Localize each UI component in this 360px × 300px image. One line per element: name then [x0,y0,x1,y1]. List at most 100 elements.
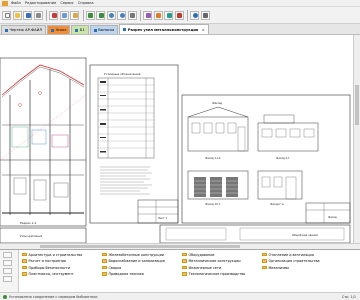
save-button[interactable] [23,10,32,20]
folder-icon [262,252,267,257]
folder-icon [182,252,187,257]
library-folder[interactable]: Механизмы [262,265,338,270]
folder-label: Железобетонные конструкции [108,252,164,257]
library-home-button[interactable] [3,252,12,258]
library-folder[interactable]: Железобетонные конструкции [102,252,182,257]
folder-icon [262,259,267,263]
legend-title: Условные обозначения [104,72,141,76]
library-folder[interactable]: Пластмассы, инструмент [22,272,102,277]
sheet-section: Разрез 1-1 [0,57,87,227]
folder-label: Металлические конструкции [188,259,241,263]
sheet-legend: Условные обозначения Лист 1 [89,64,179,224]
measure-button[interactable] [174,10,184,20]
library-folder[interactable]: Расчет и построения [22,259,102,264]
status-bar: Установлено соединение с сервером библио… [0,292,360,300]
library-folder[interactable]: Архитектура и строительство [22,252,102,257]
folder-icon [262,265,267,270]
library-folder[interactable]: Водоснабжение и канализация [102,259,182,264]
folder-icon [102,252,107,257]
folder-label: Технологическое производство [188,272,246,276]
folder-icon [182,272,187,276]
library-folder[interactable]: Приводная техника [102,272,182,277]
menu-help[interactable]: Справка [78,1,94,5]
pan-button[interactable] [127,10,137,20]
library-favorites-button[interactable] [3,268,12,274]
properties-button[interactable] [153,10,163,20]
library-button[interactable] [164,10,173,20]
folder-icon [102,272,107,276]
toolbar-separator [46,9,47,21]
library-settings-button[interactable] [3,276,12,282]
open-folder-button[interactable] [12,10,22,20]
tab-label: Эскиз [55,28,67,32]
library-sidebar [0,250,19,293]
status-text: Установлено соединение с сервером библио… [9,294,98,299]
tab-callout[interactable]: Выноска [89,25,119,34]
sheet-title: Фасад [212,101,222,105]
view-label: Фасад 10-1 [205,202,221,206]
library-folder[interactable]: Технологическое производство [182,272,262,277]
sheet-facades: Фасад Фасад 1-10 Фасад А-Г Фасад 10-1 Фа… [181,94,351,224]
tab-metal-structure[interactable]: Разрез узел металлоконструкция × [119,24,209,34]
toolbar-separator [140,9,141,21]
folder-icon [102,265,107,270]
toolbar-separator [187,9,188,21]
menu-edit[interactable]: Редактирование [25,1,56,5]
document-icon [5,28,8,32]
folder-label: Оборудование [188,252,215,257]
folder-label: Расчет и построения [28,259,66,263]
library-folder[interactable]: Инженерные сети [182,265,262,270]
tab-b1[interactable]: Б1 [71,25,89,34]
library-folder[interactable]: Приборы безопасности [22,265,102,270]
folder-label: Приборы безопасности [28,265,71,270]
folder-label: Инженерные сети [188,265,222,270]
view-label: Фасад Г-А [270,202,284,206]
tab-drawing-ar[interactable]: Чертеж АР-ФАЙЛ [1,25,47,34]
copy-button[interactable] [59,10,69,20]
library-search-button[interactable] [3,260,12,266]
paste-button[interactable] [70,10,79,20]
cut-button[interactable] [49,10,58,20]
folder-icon [22,252,27,257]
folder-label: Организация строительства [268,259,320,263]
folder-label: Пластмассы, инструмент [28,272,74,276]
menu-service[interactable]: Сервис [60,1,73,5]
library-folder[interactable]: Сварка [102,265,182,270]
page-counter: Стр. 1/1 [341,294,356,299]
library-folder[interactable]: Металлические конструкции [182,259,262,264]
menu-file[interactable]: Файл [11,1,21,5]
stamp-text: Лист 1 [158,216,167,220]
stamp-text: Фасад [328,215,337,219]
vertical-scrollbar[interactable] [353,35,360,243]
scroll-thumb[interactable] [355,85,359,125]
folder-icon [102,259,107,263]
library-folder[interactable]: Отопление и вентиляция [262,252,338,257]
redo-button[interactable] [96,10,105,20]
folder-label: Архитектура и строительство [28,252,83,257]
app-logo-icon [2,0,8,6]
settings-button[interactable] [200,10,210,20]
toolbar-separator [82,9,84,21]
folder-icon [22,265,27,270]
stamp-text: Общий вид здания [292,233,318,237]
zoom-in-button[interactable] [106,10,116,20]
help-button[interactable] [190,10,199,20]
undo-button[interactable] [85,10,95,20]
document-icon [123,28,127,31]
print-button[interactable] [33,10,43,20]
drawing-canvas[interactable]: Разрез 1-1 Условные обозначения Лист 1 Ф… [0,35,353,243]
layers-button[interactable] [143,10,152,20]
folder-label: Отопление и вентиляция [268,252,314,257]
zoom-out-button[interactable] [117,10,126,20]
sheet-bottom: Узлы крепления Общий вид здания [0,224,351,243]
document-icon [93,28,97,32]
close-tab-icon[interactable]: × [202,28,205,32]
scroll-thumb[interactable] [40,245,240,248]
connection-status-icon [3,294,7,299]
library-folder[interactable]: Организация строительства [262,259,338,264]
tab-label: Выноска [98,28,115,32]
new-file-button[interactable] [2,10,11,20]
tab-sketch[interactable]: Эскиз [47,25,71,34]
toolbar [0,7,360,24]
library-folder[interactable]: Оборудование [182,252,262,257]
